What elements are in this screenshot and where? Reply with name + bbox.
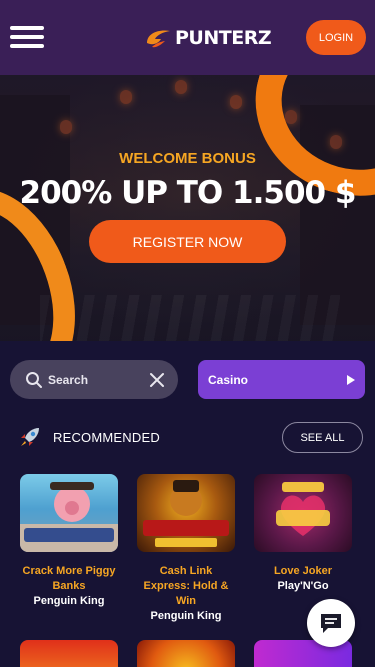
logo-mark-icon [147,30,170,48]
game-title: Crack More Piggy Banks [22,565,116,592]
love-joker-illustration [276,482,330,536]
chat-button[interactable] [307,599,355,647]
game-title: Cash Link Express: Hold & Win [143,565,229,607]
game-card[interactable]: Crack More Piggy Banks Penguin King [20,474,118,609]
recommended-header: RECOMMENDED [17,423,160,451]
section-title: RECOMMENDED [53,429,160,445]
game-provider: Penguin King [150,610,222,622]
login-button[interactable]: LOGIN [306,20,366,55]
bonus-title: 200% UP TO 1.500 $ [19,175,357,211]
welcome-bonus-banner[interactable]: WELCOME BONUS 200% UP TO 1.500 $ REGISTE… [0,75,375,341]
game-card[interactable]: Cash Link Express: Hold & Win Penguin Ki… [137,474,235,624]
search-field[interactable]: Search [10,360,178,399]
register-button[interactable]: REGISTER NOW [89,220,286,263]
piggy-illustration [20,482,118,552]
game-thumbnail[interactable] [137,640,235,667]
chat-icon [321,614,341,633]
rocket-icon [21,428,39,446]
menu-icon[interactable] [10,26,44,48]
see-all-button[interactable]: SEE ALL [282,422,363,453]
game-card[interactable]: Love Joker Play'N'Go [254,474,352,594]
category-value: Casino [208,372,249,387]
game-thumbnail[interactable] [137,474,235,552]
search-input[interactable]: Search [48,373,148,387]
top-header: PUNTERZ LOGIN [0,0,375,75]
game-title: Love Joker [273,565,333,577]
category-select[interactable]: Casino [198,360,365,399]
cash-link-illustration [143,480,229,547]
game-provider: Penguin King [33,595,105,607]
game-provider: Play'N'Go [277,580,329,592]
bonus-subtitle: WELCOME BONUS [119,150,256,167]
close-icon[interactable] [148,371,166,389]
play-icon [347,374,355,385]
search-icon [26,371,42,388]
game-thumbnail[interactable] [254,474,352,552]
game-thumbnail[interactable] [20,640,118,667]
game-thumbnail[interactable] [20,474,118,552]
brand-logo[interactable]: PUNTERZ [143,26,272,50]
logo-text: PUNTERZ [175,27,272,49]
